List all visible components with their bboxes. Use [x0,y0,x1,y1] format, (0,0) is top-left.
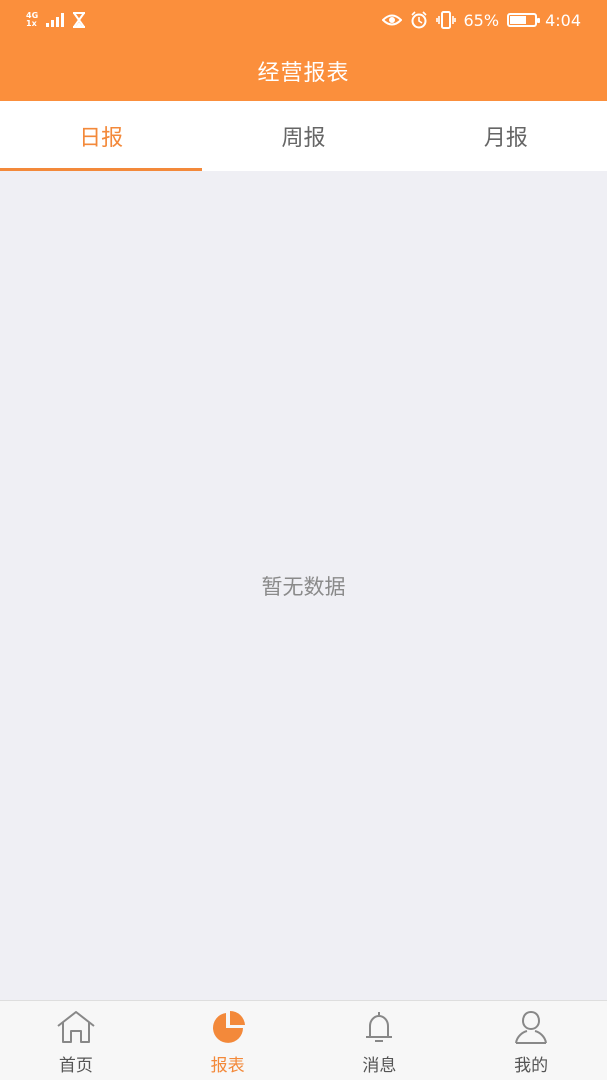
eye-icon [381,14,402,26]
report-content: 暂无数据 [0,171,607,1000]
network-type: 4G 1x [26,12,38,28]
report-tabs: 日报 周报 月报 [0,101,607,171]
tab-daily[interactable]: 日报 [0,101,203,171]
status-right: 65% 4:04 [381,10,581,30]
empty-state-text: 暂无数据 [261,575,346,599]
status-bar: 4G 1x 65% 4:04 [0,0,607,40]
bell-icon [366,1012,393,1042]
title-bar: 经营报表 [0,40,607,101]
alarm-icon [410,11,427,29]
tab-monthly-label: 月报 [483,126,528,151]
nav-profile-label: 我的 [514,1056,549,1076]
nav-home[interactable]: 首页 [0,1001,152,1080]
status-left: 4G 1x [26,12,86,28]
nav-messages-label: 消息 [362,1056,397,1076]
bottom-nav: 首页 报表 消息 我的 [0,1000,607,1080]
tab-weekly-label: 周报 [281,126,326,151]
pie-chart-icon [212,1010,245,1043]
page-title: 经营报表 [257,60,350,86]
nav-reports-label: 报表 [210,1056,245,1076]
home-icon [57,1011,95,1043]
battery-percent: 65% [463,10,500,30]
user-icon [515,1010,548,1044]
nav-reports[interactable]: 报表 [152,1001,304,1080]
nav-profile[interactable]: 我的 [455,1001,607,1080]
nav-messages[interactable]: 消息 [304,1001,456,1080]
tab-monthly[interactable]: 月报 [405,101,607,171]
tab-daily-label: 日报 [79,126,124,151]
battery-icon [507,13,541,27]
network-type-sub-label: 1x [26,19,37,28]
clock-time: 4:04 [545,10,581,30]
nav-home-label: 首页 [58,1056,93,1076]
signal-icon [46,13,65,27]
tab-weekly[interactable]: 周报 [202,101,404,171]
hourglass-icon [73,12,86,28]
vibrate-icon [435,11,456,29]
